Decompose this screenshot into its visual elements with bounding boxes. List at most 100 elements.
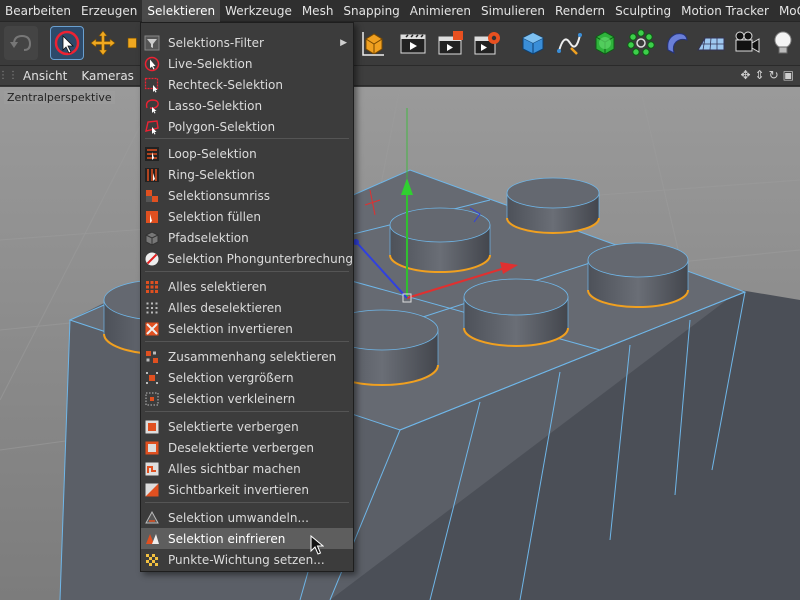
move-view-icon[interactable]: ✥ [740,68,750,82]
menu-item-live-selection[interactable]: Live-Selektion [141,53,353,74]
panel-grip-icon[interactable]: ⋮⋮ [0,66,18,86]
menu-motion-tracker[interactable]: Motion Tracker [676,0,774,22]
bend-deformer-icon[interactable] [660,26,694,60]
select-connected-icon [143,348,161,366]
menu-item-label: Lasso-Selektion [168,98,263,113]
menu-item-label: Selektion einfrieren [168,531,286,546]
menu-item-polygon-selection[interactable]: Polygon-Selektion [141,116,353,137]
menu-item-label: Alles sichtbar machen [168,461,301,476]
deselect-all-icon [143,299,161,317]
menu-mesh[interactable]: Mesh [297,0,339,22]
mouse-cursor-icon [310,535,324,555]
menu-rendern[interactable]: Rendern [550,0,610,22]
maximize-view-icon[interactable]: ▣ [783,68,794,82]
menu-erzeugen[interactable]: Erzeugen [76,0,142,22]
cube-icon[interactable] [516,26,550,60]
render-settings-icon[interactable] [470,26,504,60]
menu-item-label: Selektions-Filter [168,35,264,50]
menu-item-label: Polygon-Selektion [168,119,276,134]
menu-item-label: Selektion umwandeln... [168,510,309,525]
menu-item-label: Selektion füllen [168,209,261,224]
viewport-menu-view[interactable]: Ansicht [16,69,74,83]
menu-separator [145,502,349,503]
menu-item-deselect-all[interactable]: Alles deselektieren [141,297,353,318]
menu-separator [145,138,349,139]
menu-bearbeiten[interactable]: Bearbeiten [0,0,76,22]
select-menu-dropdown: Selektions-Filter ▶ Live-Selektion Rechteck… [140,22,354,572]
menu-item-filter[interactable]: Selektions-Filter ▶ [141,32,353,53]
menu-item-hide-unselected[interactable]: Deselektierte verbergen [141,437,353,458]
menu-animieren[interactable]: Animieren [405,0,476,22]
freeze-selection-icon [143,530,161,548]
undo-icon[interactable] [4,26,38,60]
menu-item-label: Loop-Selektion [168,146,257,161]
rotate-view-icon[interactable]: ↻ [769,68,779,82]
hide-unselected-icon [143,439,161,457]
menu-werkzeuge[interactable]: Werkzeuge [220,0,297,22]
phong-break-selection-icon [143,250,160,268]
menu-item-unhide-all[interactable]: Alles sichtbar machen [141,458,353,479]
light-icon[interactable] [766,26,800,60]
menu-item-convert-selection[interactable]: Selektion umwandeln... [141,507,353,528]
menu-item-label: Selektionsumriss [168,188,270,203]
menu-item-label: Sichtbarkeit invertieren [168,482,309,497]
subdivision-surface-icon[interactable] [588,26,622,60]
camera-icon[interactable] [730,26,764,60]
convert-selection-icon [143,509,161,527]
loop-selection-icon [143,145,161,163]
menu-simulieren[interactable]: Simulieren [476,0,550,22]
menu-item-label: Selektion verkleinern [168,391,296,406]
menu-item-outline-selection[interactable]: Selektionsumriss [141,185,353,206]
invert-visibility-icon [143,481,161,499]
live-selection-tool-icon[interactable] [50,26,84,60]
camera-label: Zentralperspektive [4,91,115,104]
menu-item-loop-selection[interactable]: Loop-Selektion [141,143,353,164]
render-region-icon[interactable] [434,26,468,60]
array-icon[interactable] [624,26,658,60]
menu-item-hide-selected[interactable]: Selektierte verbergen [141,416,353,437]
menu-selektieren[interactable]: Selektieren [142,0,221,22]
menu-snapping[interactable]: Snapping [338,0,404,22]
menu-item-ring-selection[interactable]: Ring-Selektion [141,164,353,185]
dolly-view-icon[interactable]: ⇕ [755,68,765,82]
menu-item-label: Pfadselektion [168,230,249,245]
menu-mograph[interactable]: MoGraph [774,0,800,22]
menu-item-phong-break-selection[interactable]: Selektion Phongunterbrechung [141,248,353,269]
filter-icon [143,34,161,52]
live-selection-icon [143,55,161,73]
scene-canvas[interactable] [0,87,800,600]
menu-item-fill-selection[interactable]: Selektion füllen [141,206,353,227]
menu-sculpting[interactable]: Sculpting [610,0,676,22]
viewport-menu-cameras[interactable]: Kameras [74,69,141,83]
render-view-icon[interactable] [396,26,430,60]
floor-icon[interactable] [694,26,728,60]
menu-item-invert-selection[interactable]: Selektion invertieren [141,318,353,339]
menu-item-lasso-selection[interactable]: Lasso-Selektion [141,95,353,116]
menu-item-label: Alles selektieren [168,279,267,294]
path-selection-icon [143,229,161,247]
menu-separator [145,271,349,272]
menu-item-label: Selektierte verbergen [168,419,299,434]
move-tool-icon[interactable] [86,26,120,60]
menu-item-select-connected[interactable]: Zusammenhang selektieren [141,346,353,367]
viewport-header: ⋮⋮ Ansicht Kameras ✥ ⇕ ↻ ▣ [0,66,800,86]
menu-separator [145,341,349,342]
spline-pen-icon[interactable] [552,26,586,60]
scale-tool-icon[interactable] [122,26,140,60]
menu-item-label: Selektion vergrößern [168,370,294,385]
menu-bar: Bearbeiten Erzeugen Selektieren Werkzeuge Me… [0,0,800,22]
fill-selection-icon [143,208,161,226]
select-all-icon [143,278,161,296]
menu-item-shrink-selection[interactable]: Selektion verkleinern [141,388,353,409]
menu-item-select-all[interactable]: Alles selektieren [141,276,353,297]
model-mode-icon[interactable] [356,26,390,60]
menu-item-label: Selektion invertieren [168,321,293,336]
menu-item-invert-visibility[interactable]: Sichtbarkeit invertieren [141,479,353,500]
menu-item-grow-selection[interactable]: Selektion vergrößern [141,367,353,388]
menu-item-label: Live-Selektion [168,56,253,71]
menu-item-rectangle-selection[interactable]: Rechteck-Selektion [141,74,353,95]
menu-item-path-selection[interactable]: Pfadselektion [141,227,353,248]
outline-selection-icon [143,187,161,205]
3d-viewport[interactable]: Zentralperspektive [0,87,800,600]
polygon-selection-icon [143,118,161,136]
